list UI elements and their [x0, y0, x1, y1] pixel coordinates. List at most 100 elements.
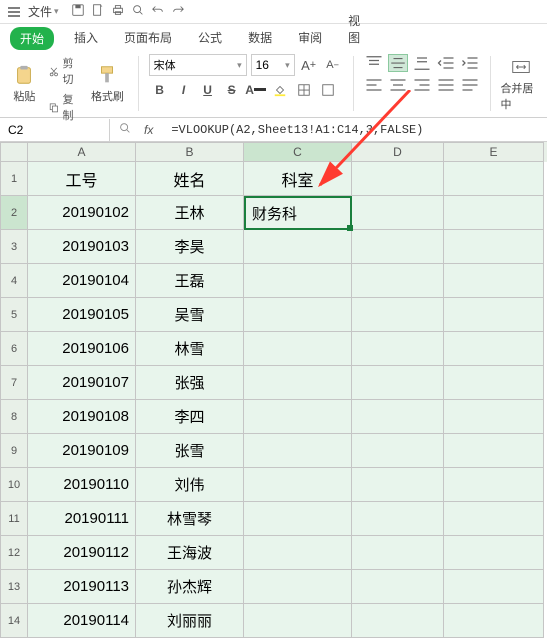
cell-C12[interactable]: [244, 536, 352, 570]
cell-A8[interactable]: 20190108: [28, 400, 136, 434]
cell-A13[interactable]: 20190113: [28, 570, 136, 604]
select-all-corner[interactable]: [0, 142, 28, 162]
fx-icon[interactable]: fx: [140, 123, 157, 137]
cut-button[interactable]: 剪切: [45, 54, 85, 88]
increase-font-icon[interactable]: A+: [299, 55, 319, 75]
tab-insert[interactable]: 插入: [68, 25, 104, 50]
new-icon[interactable]: [91, 3, 105, 20]
row-header[interactable]: 5: [0, 298, 28, 332]
cell-A12[interactable]: 20190112: [28, 536, 136, 570]
decrease-indent-icon[interactable]: [436, 54, 456, 72]
justify-icon[interactable]: [436, 76, 456, 94]
cell-E12[interactable]: [444, 536, 544, 570]
cell-C11[interactable]: [244, 502, 352, 536]
cell-B7[interactable]: 张强: [136, 366, 244, 400]
row-header[interactable]: 14: [0, 604, 28, 638]
cell-A4[interactable]: 20190104: [28, 264, 136, 298]
row-header[interactable]: 6: [0, 332, 28, 366]
row-header[interactable]: 11: [0, 502, 28, 536]
row-header[interactable]: 2: [0, 196, 28, 230]
cell-style-icon[interactable]: [317, 80, 339, 100]
format-painter-button[interactable]: 格式刷: [87, 54, 127, 113]
preview-icon[interactable]: [131, 3, 145, 20]
cell-E2[interactable]: [444, 196, 544, 230]
font-size-select[interactable]: 16▾: [251, 54, 295, 76]
cell-E9[interactable]: [444, 434, 544, 468]
cell-A7[interactable]: 20190107: [28, 366, 136, 400]
tab-data[interactable]: 数据: [242, 25, 278, 50]
row-header[interactable]: 1: [0, 162, 28, 196]
cell-D9[interactable]: [352, 434, 444, 468]
col-header-B[interactable]: B: [136, 142, 244, 162]
cell-D7[interactable]: [352, 366, 444, 400]
cell-E13[interactable]: [444, 570, 544, 604]
cell-E4[interactable]: [444, 264, 544, 298]
tab-formulas[interactable]: 公式: [192, 25, 228, 50]
cell-D12[interactable]: [352, 536, 444, 570]
cell-A2[interactable]: 20190102: [28, 196, 136, 230]
cell-B12[interactable]: 王海波: [136, 536, 244, 570]
bold-icon[interactable]: B: [149, 80, 171, 100]
cell-C4[interactable]: [244, 264, 352, 298]
cell-C9[interactable]: [244, 434, 352, 468]
cell-B8[interactable]: 李四: [136, 400, 244, 434]
cell-A6[interactable]: 20190106: [28, 332, 136, 366]
align-left-icon[interactable]: [364, 76, 384, 94]
cell-A10[interactable]: 20190110: [28, 468, 136, 502]
cell-B3[interactable]: 李昊: [136, 230, 244, 264]
undo-icon[interactable]: [151, 3, 165, 20]
save-icon[interactable]: [71, 3, 85, 20]
cell-C1[interactable]: 科室: [244, 162, 352, 196]
cell-B13[interactable]: 孙杰辉: [136, 570, 244, 604]
cell-D2[interactable]: [352, 196, 444, 230]
cell-D1[interactable]: [352, 162, 444, 196]
cell-E5[interactable]: [444, 298, 544, 332]
cell-C14[interactable]: [244, 604, 352, 638]
align-middle-icon[interactable]: [388, 54, 408, 72]
col-header-C[interactable]: C: [244, 142, 352, 162]
distribute-icon[interactable]: [460, 76, 480, 94]
align-top-icon[interactable]: [364, 54, 384, 72]
fill-color-icon[interactable]: [269, 80, 291, 100]
cell-E1[interactable]: [444, 162, 544, 196]
cell-A9[interactable]: 20190109: [28, 434, 136, 468]
cell-E11[interactable]: [444, 502, 544, 536]
cell-D14[interactable]: [352, 604, 444, 638]
cell-E14[interactable]: [444, 604, 544, 638]
cell-D13[interactable]: [352, 570, 444, 604]
row-header[interactable]: 13: [0, 570, 28, 604]
cell-D8[interactable]: [352, 400, 444, 434]
cell-C10[interactable]: [244, 468, 352, 502]
italic-icon[interactable]: I: [173, 80, 195, 100]
cell-D4[interactable]: [352, 264, 444, 298]
col-header-E[interactable]: E: [444, 142, 544, 162]
strikethrough-icon[interactable]: S: [221, 80, 243, 100]
cell-B5[interactable]: 吴雪: [136, 298, 244, 332]
row-header[interactable]: 4: [0, 264, 28, 298]
cell-C5[interactable]: [244, 298, 352, 332]
cell-E3[interactable]: [444, 230, 544, 264]
cell-B9[interactable]: 张雪: [136, 434, 244, 468]
tab-review[interactable]: 审阅: [292, 25, 328, 50]
tab-home[interactable]: 开始: [10, 27, 54, 50]
cell-E6[interactable]: [444, 332, 544, 366]
redo-icon[interactable]: [171, 3, 185, 20]
cell-B14[interactable]: 刘丽丽: [136, 604, 244, 638]
formula-input[interactable]: =VLOOKUP(A2,Sheet13!A1:C14,3,FALSE): [165, 119, 547, 141]
row-header[interactable]: 3: [0, 230, 28, 264]
row-header[interactable]: 9: [0, 434, 28, 468]
tab-view[interactable]: 视图: [342, 8, 360, 50]
cell-A1[interactable]: 工号: [28, 162, 136, 196]
cell-C6[interactable]: [244, 332, 352, 366]
borders-icon[interactable]: [293, 80, 315, 100]
col-header-D[interactable]: D: [352, 142, 444, 162]
tab-page-layout[interactable]: 页面布局: [118, 25, 178, 50]
cell-B4[interactable]: 王磊: [136, 264, 244, 298]
cell-A11[interactable]: 20190111: [28, 502, 136, 536]
merge-center-button[interactable]: 合并居中: [500, 54, 541, 113]
cell-C3[interactable]: [244, 230, 352, 264]
cell-D5[interactable]: [352, 298, 444, 332]
cell-D10[interactable]: [352, 468, 444, 502]
cell-B11[interactable]: 林雪琴: [136, 502, 244, 536]
align-bottom-icon[interactable]: [412, 54, 432, 72]
